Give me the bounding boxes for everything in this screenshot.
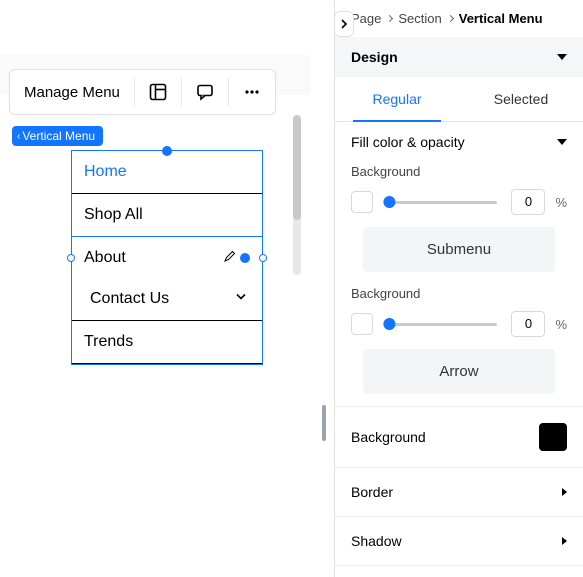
- chevron-down-icon: [234, 290, 248, 309]
- arrow-background-row[interactable]: Background: [335, 407, 583, 468]
- background-label: Background: [351, 286, 567, 301]
- caret-right-icon: [562, 537, 567, 545]
- tab-regular[interactable]: Regular: [335, 77, 459, 121]
- breadcrumb-item[interactable]: Page: [351, 11, 381, 26]
- design-section-header[interactable]: Design: [335, 37, 583, 77]
- menu-item-label: About: [84, 249, 126, 267]
- background-label: Background: [351, 164, 567, 179]
- fill-color-label: Fill color & opacity: [351, 134, 465, 150]
- design-panel: Page Section Vertical Menu Design Regula…: [335, 0, 583, 577]
- comment-icon[interactable]: [182, 70, 228, 114]
- caret-down-icon: [557, 139, 567, 145]
- more-icon[interactable]: [229, 70, 275, 114]
- background-control: 0 %: [351, 189, 567, 215]
- shadow-label: Shadow: [351, 533, 402, 549]
- menu-item-label: Shop All: [84, 206, 143, 224]
- color-swatch[interactable]: [351, 191, 373, 213]
- tab-label: Selected: [494, 91, 548, 107]
- percent-label: %: [555, 317, 567, 332]
- menu-item-home[interactable]: Home: [72, 151, 262, 194]
- arrow-subheader: Arrow: [363, 349, 555, 394]
- opacity-input[interactable]: 0: [511, 189, 545, 215]
- submenu-subheader: Submenu: [363, 227, 555, 272]
- element-breadcrumb-badge[interactable]: ‹ Vertical Menu: [12, 126, 103, 146]
- selection-handle[interactable]: [240, 253, 250, 263]
- caret-down-icon: [557, 54, 567, 60]
- menu-item-trends[interactable]: Trends: [72, 321, 262, 364]
- design-section-title: Design: [351, 49, 398, 65]
- manage-menu-label: Manage Menu: [24, 84, 120, 101]
- chevron-left-icon: ‹: [17, 131, 20, 142]
- panel-scroll-indicator[interactable]: [322, 405, 326, 441]
- state-tabs: Regular Selected: [335, 77, 583, 122]
- fill-color-row: Fill color & opacity Background 0 % Subm…: [335, 122, 583, 407]
- border-row[interactable]: Border: [335, 468, 583, 517]
- submenu-background-control: 0 %: [351, 311, 567, 337]
- resize-handle-top[interactable]: [162, 146, 172, 156]
- canvas-scrollbar-thumb[interactable]: [293, 115, 301, 220]
- shadow-row[interactable]: Shadow: [335, 517, 583, 566]
- border-label: Border: [351, 484, 393, 500]
- vertical-menu-element[interactable]: Home Shop All About Contact Us Trends: [71, 150, 263, 365]
- menu-item-label: Home: [84, 163, 127, 181]
- menu-item-shop-all[interactable]: Shop All: [72, 194, 262, 237]
- color-swatch[interactable]: [351, 313, 373, 335]
- layout-icon[interactable]: [135, 70, 181, 114]
- menu-item-contact-us[interactable]: Contact Us: [72, 278, 262, 321]
- breadcrumb-item[interactable]: Section: [398, 11, 441, 26]
- color-swatch-black[interactable]: [539, 423, 567, 451]
- badge-label: Vertical Menu: [22, 129, 95, 143]
- chevron-right-icon: [447, 15, 454, 22]
- arrow-background-label: Background: [351, 429, 426, 445]
- chevron-right-icon: [386, 15, 393, 22]
- opacity-slider[interactable]: [387, 201, 497, 204]
- menu-item-label: Contact Us: [90, 290, 169, 308]
- percent-label: %: [555, 195, 567, 210]
- tab-selected[interactable]: Selected: [459, 77, 583, 121]
- opacity-input[interactable]: 0: [511, 311, 545, 337]
- resize-handle-left[interactable]: [67, 254, 75, 262]
- caret-right-icon: [562, 488, 567, 496]
- editor-canvas[interactable]: Manage Menu ‹ Vertical Menu Home Shop Al…: [0, 0, 318, 577]
- slider-knob[interactable]: [383, 196, 395, 208]
- manage-menu-button[interactable]: Manage Menu: [10, 70, 134, 114]
- slider-knob[interactable]: [383, 318, 395, 330]
- menu-item-about[interactable]: About: [71, 236, 263, 279]
- opacity-slider[interactable]: [387, 323, 497, 326]
- edit-pencil-icon[interactable]: [224, 249, 236, 267]
- fill-color-header[interactable]: Fill color & opacity: [351, 134, 567, 150]
- text-row[interactable]: Text: [335, 566, 583, 577]
- tab-label: Regular: [372, 91, 421, 107]
- breadcrumb-item-active[interactable]: Vertical Menu: [459, 11, 543, 26]
- resize-handle-right[interactable]: [259, 254, 267, 262]
- panel-collapse-button[interactable]: [334, 11, 354, 37]
- menu-item-label: Trends: [84, 333, 133, 351]
- element-toolbar: Manage Menu: [9, 69, 276, 115]
- breadcrumb: Page Section Vertical Menu: [335, 0, 583, 37]
